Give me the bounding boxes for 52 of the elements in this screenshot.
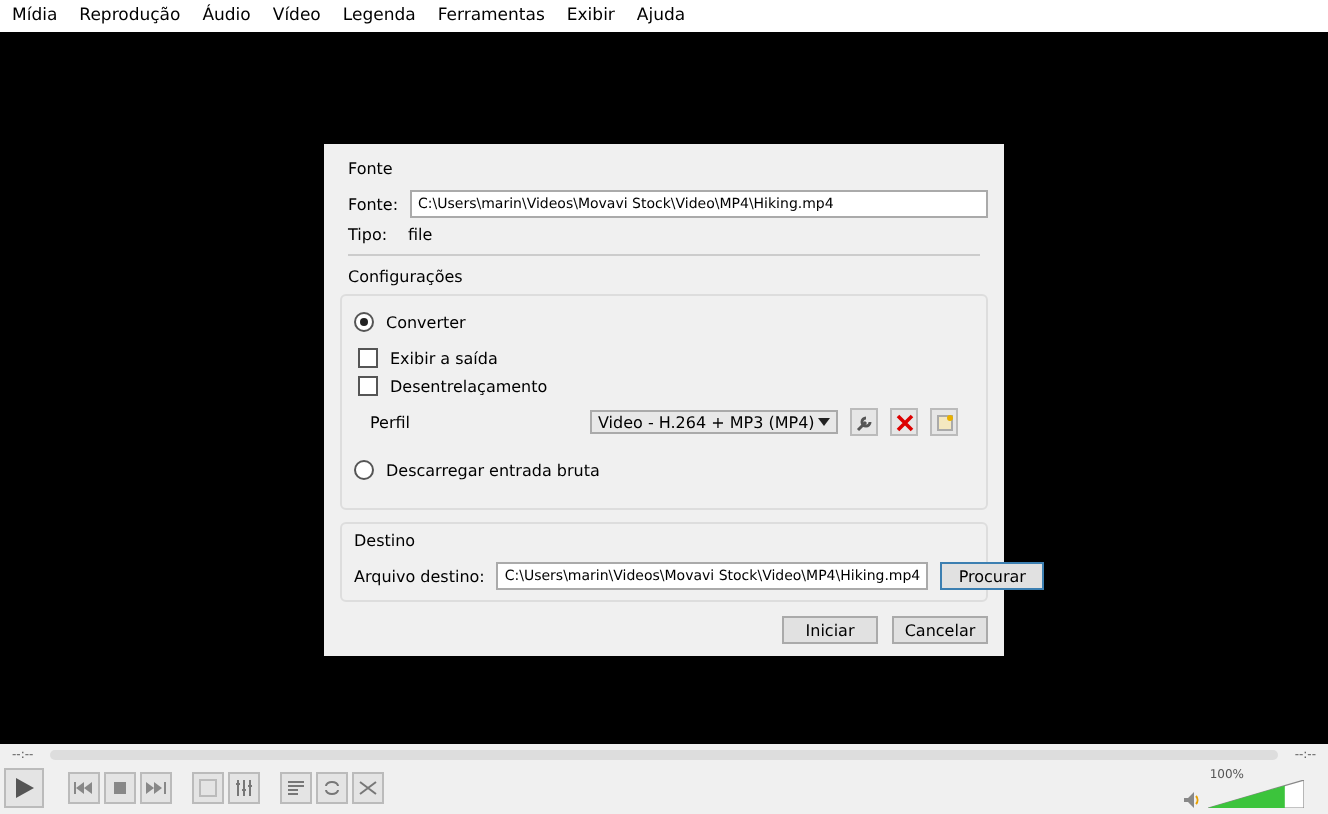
type-value: file <box>408 226 433 244</box>
shuffle-button[interactable] <box>352 772 384 804</box>
menu-item[interactable]: Ferramentas <box>437 6 545 26</box>
speaker-icon <box>1184 792 1200 808</box>
caret-icon <box>818 418 830 426</box>
field-label: Perfil <box>370 413 413 431</box>
option-label: Exibir a saída <box>390 349 498 367</box>
option-label: Desentrelaçamento <box>390 377 548 395</box>
group-title: Fonte <box>348 160 395 178</box>
wrench-button[interactable] <box>850 408 878 436</box>
dialog-button[interactable]: Cancelar <box>892 616 988 644</box>
volume-slider[interactable] <box>1208 780 1304 808</box>
delete-button[interactable] <box>890 408 918 436</box>
field-label: Fonte: <box>348 195 399 213</box>
browse-button[interactable]: Procurar <box>940 562 1045 590</box>
option-label: Converter <box>386 313 466 331</box>
field-label: Arquivo destino: <box>354 567 485 585</box>
next-button[interactable] <box>140 772 172 804</box>
field-label: Tipo: <box>348 226 390 244</box>
group-title: Destino <box>354 532 416 550</box>
menu-item[interactable]: Legenda <box>342 6 416 26</box>
dialog-button[interactable]: Iniciar <box>782 616 878 644</box>
close-icon <box>895 413 913 431</box>
checkbox[interactable] <box>358 376 378 396</box>
playlist-icon <box>286 778 306 798</box>
document-icon <box>935 413 953 431</box>
previous-icon <box>74 778 94 798</box>
option-label: Descarregar entrada bruta <box>386 461 600 479</box>
stop-button[interactable] <box>104 772 136 804</box>
loop-button[interactable] <box>316 772 348 804</box>
previous-button[interactable] <box>68 772 100 804</box>
checkbox[interactable] <box>358 348 378 368</box>
next-icon <box>146 778 166 798</box>
equalizer-button[interactable] <box>228 772 260 804</box>
menu-item[interactable]: Áudio <box>202 6 251 26</box>
menu-item[interactable]: Reprodução <box>79 6 181 26</box>
play-icon <box>14 778 34 798</box>
menu-item[interactable]: Exibir <box>566 6 615 26</box>
menu-item[interactable]: Ajuda <box>636 6 686 26</box>
equalizer-icon <box>234 778 254 798</box>
menu-item[interactable]: Vídeo <box>272 6 321 26</box>
radio-button[interactable] <box>354 312 374 332</box>
stop-icon <box>110 778 130 798</box>
loop-icon <box>322 778 342 798</box>
wrench-icon <box>855 413 873 431</box>
new-profile-button[interactable] <box>930 408 958 436</box>
profile-dropdown[interactable]: Video - H.264 + MP3 (MP4) <box>590 410 838 434</box>
playlist-button[interactable] <box>280 772 312 804</box>
group-title: Configurações <box>348 268 465 286</box>
radio-button[interactable] <box>354 460 374 480</box>
play-button[interactable] <box>4 768 44 808</box>
menu-item[interactable]: Mídia <box>12 6 58 26</box>
